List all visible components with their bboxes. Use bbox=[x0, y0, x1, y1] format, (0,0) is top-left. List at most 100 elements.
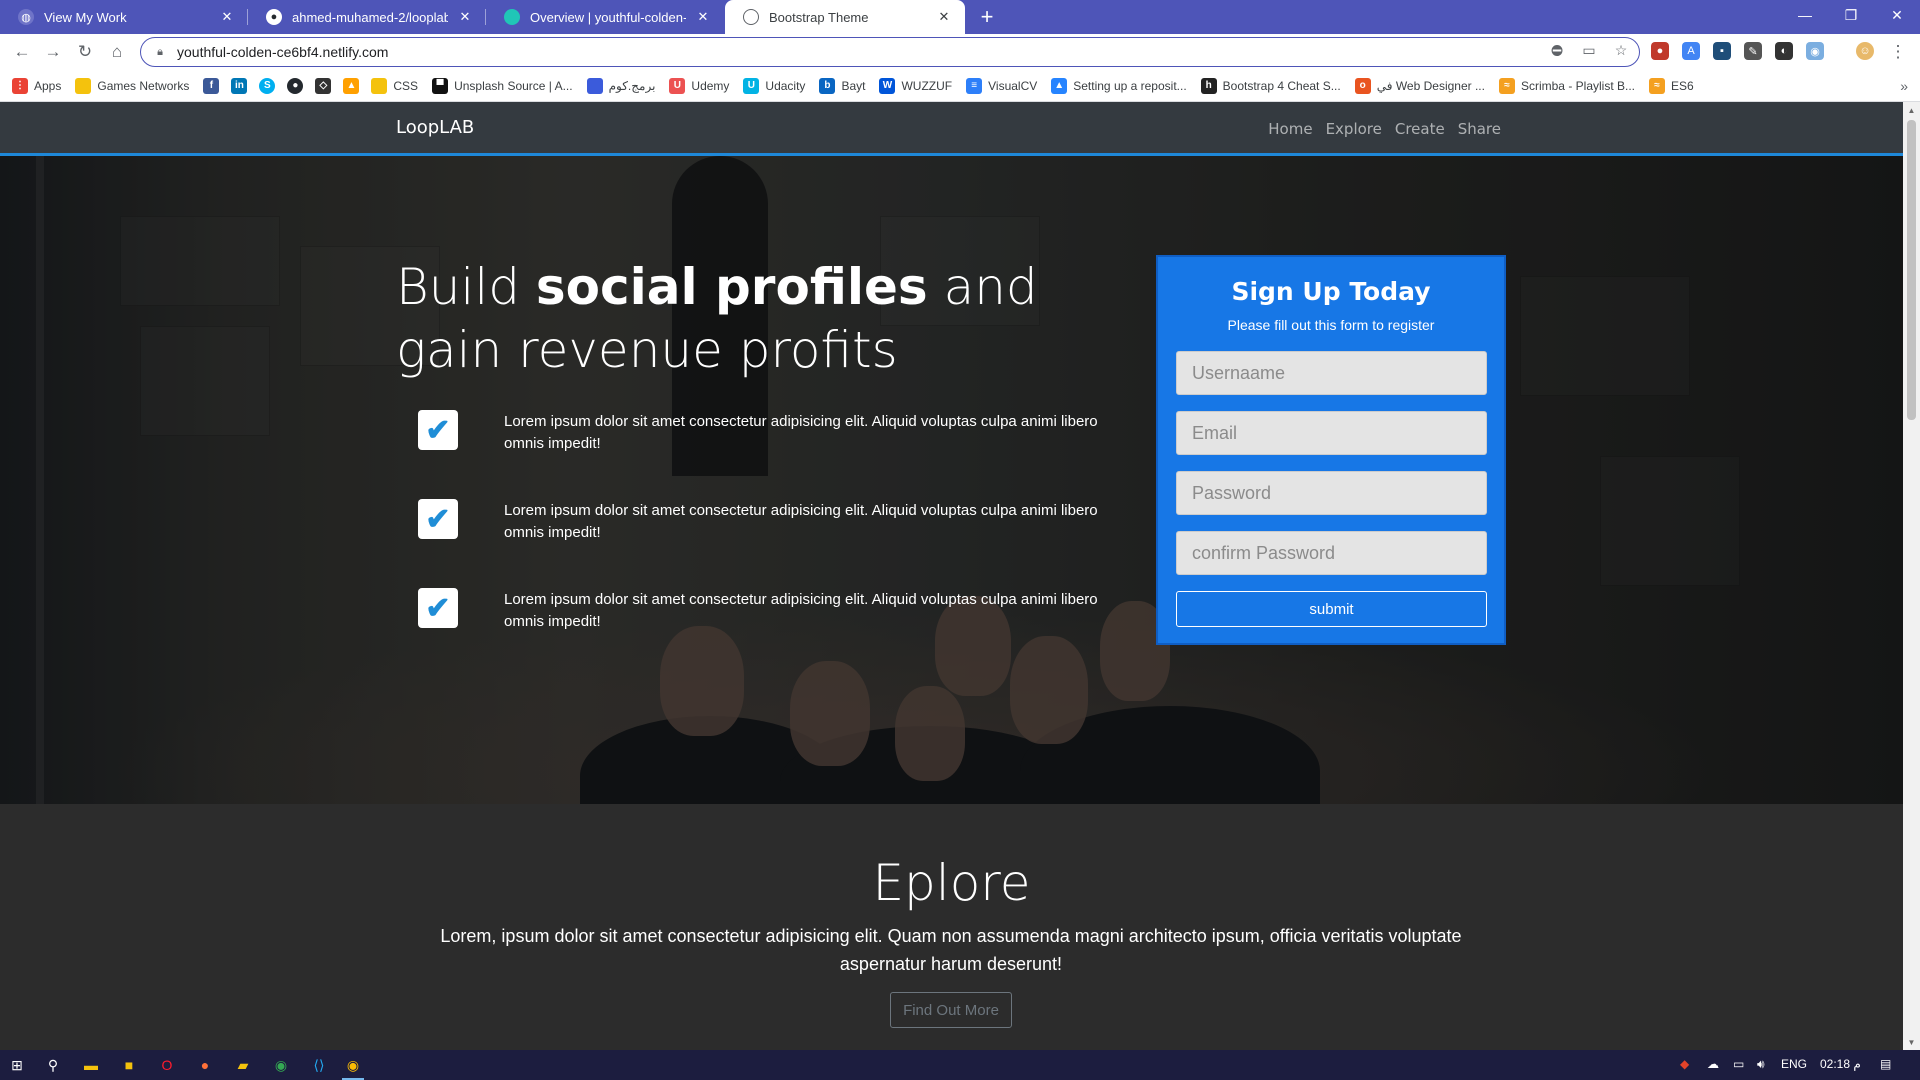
windows-start-icon[interactable]: ⊞ bbox=[6, 1054, 28, 1076]
darkmode-icon[interactable]: ◐ bbox=[1775, 42, 1793, 60]
scroll-up-icon[interactable]: ▲ bbox=[1903, 102, 1920, 118]
hero-title-start: Build bbox=[396, 258, 536, 316]
tab-github-looplab[interactable]: ● ahmed-muhamed-2/looplab: Re ✕ bbox=[248, 0, 486, 34]
hero-title-bold: social profiles bbox=[535, 258, 928, 316]
url-text[interactable]: youthful-colden-ce6bf4.netlify.com bbox=[177, 44, 388, 60]
bookmark-bootstrap-cheat[interactable]: h Bootstrap 4 Cheat S... bbox=[1200, 77, 1341, 94]
clock[interactable]: 02:18 م bbox=[1820, 1057, 1861, 1071]
bookmark-codepen[interactable]: ◇ bbox=[315, 77, 332, 94]
blocked-content-icon[interactable]: ⛔︎ bbox=[1548, 41, 1566, 59]
confirm-password-input[interactable]: confirm Password bbox=[1176, 531, 1487, 575]
network-icon[interactable]: ▭ bbox=[1733, 1057, 1744, 1071]
tab-view-my-work[interactable]: ◍ View My Work ✕ bbox=[0, 0, 248, 34]
bookmark-bitbucket[interactable]: ▲ Setting up a reposit... bbox=[1051, 77, 1187, 94]
tab-netlify-overview[interactable]: Overview | youthful-colden-ce6b ✕ bbox=[486, 0, 724, 34]
hero-title: Build social profiles and gain revenue p… bbox=[396, 256, 1096, 382]
home-icon[interactable]: ⌂ bbox=[105, 40, 129, 64]
site-brand[interactable]: LoopLAB bbox=[396, 117, 474, 138]
translate-icon[interactable]: A bbox=[1682, 42, 1700, 60]
tray-app-icon[interactable]: ◆ bbox=[1680, 1057, 1689, 1071]
chrome-icon[interactable]: ◉ bbox=[270, 1054, 292, 1076]
bookmark-udacity[interactable]: U Udacity bbox=[743, 77, 805, 94]
chrome-active-icon[interactable]: ◉ bbox=[342, 1054, 364, 1080]
close-icon[interactable]: ✕ bbox=[935, 8, 953, 26]
find-out-more-button[interactable]: Find Out More bbox=[890, 992, 1012, 1028]
bookmark-visualcv[interactable]: ≡ VisualCV bbox=[966, 77, 1037, 94]
opera-icon[interactable]: O bbox=[156, 1054, 178, 1076]
nav-explore[interactable]: Explore bbox=[1326, 120, 1382, 138]
feature-text: Lorem ipsum dolor sit amet consectetur a… bbox=[504, 502, 1098, 541]
minimize-icon[interactable]: — bbox=[1782, 0, 1828, 30]
nav-home[interactable]: Home bbox=[1268, 120, 1312, 138]
avatar[interactable]: ☺ bbox=[1856, 42, 1874, 60]
bookmark-apps[interactable]: ⋮ Apps bbox=[12, 77, 61, 94]
close-icon[interactable]: ✕ bbox=[218, 8, 236, 26]
close-icon[interactable]: ✕ bbox=[694, 8, 712, 26]
firefox-icon[interactable]: ● bbox=[194, 1054, 216, 1076]
username-input[interactable]: Usernaame bbox=[1176, 351, 1487, 395]
file-explorer-icon[interactable]: ▬ bbox=[80, 1054, 102, 1076]
bookmark-skype[interactable]: S bbox=[259, 77, 276, 94]
back-arrow-icon[interactable]: ← bbox=[10, 40, 34, 64]
colorpicker-icon[interactable]: ✎ bbox=[1744, 42, 1762, 60]
page-scrollbar[interactable]: ▲ ▼ bbox=[1903, 102, 1920, 1050]
lock-icon[interactable]: 🔒︎ bbox=[153, 45, 167, 59]
ublock-icon[interactable]: ● bbox=[1651, 42, 1669, 60]
bookmark-wuzzuf[interactable]: W WUZZUF bbox=[879, 77, 952, 94]
chevron-right-icon[interactable]: » bbox=[1900, 78, 1908, 94]
forward-arrow-icon[interactable]: → bbox=[41, 40, 65, 64]
new-tab-button[interactable]: + bbox=[973, 0, 1001, 34]
scrollbar-thumb[interactable] bbox=[1907, 120, 1916, 420]
extension-icon[interactable]: ▪ bbox=[1713, 42, 1731, 60]
visualcv-icon: ≡ bbox=[966, 77, 983, 94]
udacity-icon: U bbox=[743, 77, 760, 94]
close-icon[interactable]: ✕ bbox=[456, 8, 474, 26]
tab-bootstrap-theme[interactable]: Bootstrap Theme ✕ bbox=[725, 0, 965, 34]
udemy-icon: U bbox=[669, 77, 686, 94]
language-indicator[interactable]: ENG bbox=[1781, 1057, 1807, 1071]
bookmark-css[interactable]: CSS bbox=[371, 77, 419, 94]
restore-icon[interactable]: ❐ bbox=[1828, 0, 1874, 30]
bookmark-games-networks[interactable]: Games Networks bbox=[75, 77, 189, 94]
address-bar[interactable]: 🔒︎ youthful-colden-ce6bf4.netlify.com bbox=[140, 37, 1640, 67]
explorer-folder-icon[interactable]: ▰ bbox=[232, 1054, 254, 1076]
netlify-icon bbox=[504, 9, 520, 25]
bookmark-github[interactable]: ● bbox=[287, 77, 304, 94]
email-input[interactable]: Email bbox=[1176, 411, 1487, 455]
hostinger-icon: h bbox=[1200, 77, 1217, 94]
submit-button[interactable]: submit bbox=[1176, 591, 1487, 627]
bookmark-star-icon[interactable]: ☆ bbox=[1612, 41, 1630, 59]
bookmark-web-designer[interactable]: o في Web Designer ... bbox=[1354, 77, 1485, 94]
feature-item: ✔ Lorem ipsum dolor sit amet consectetur… bbox=[418, 410, 1108, 470]
onedrive-icon[interactable]: ☁ bbox=[1707, 1057, 1719, 1071]
close-window-icon[interactable]: ✕ bbox=[1874, 0, 1920, 30]
bookmark-label: Setting up a reposit... bbox=[1073, 78, 1187, 93]
bookmark-barmej[interactable]: برمج.كوم bbox=[586, 77, 655, 94]
bookmark-udemy[interactable]: U Udemy bbox=[669, 77, 729, 94]
search-icon[interactable]: ⚲ bbox=[42, 1054, 64, 1076]
github-icon: ● bbox=[287, 77, 304, 94]
browser-tab-strip: ◍ View My Work ✕ ● ahmed-muhamed-2/loopl… bbox=[0, 0, 1920, 34]
bookmark-bayt[interactable]: b Bayt bbox=[819, 77, 865, 94]
site-navbar: LoopLAB Home Explore Create Share bbox=[0, 102, 1903, 156]
nav-share[interactable]: Share bbox=[1458, 120, 1501, 138]
notifications-icon[interactable]: ▤ bbox=[1880, 1057, 1891, 1071]
bookmark-linkedin[interactable]: in bbox=[231, 77, 248, 94]
bookmark-label: CSS bbox=[393, 78, 419, 93]
bookmark-label: ES6 bbox=[1671, 78, 1694, 93]
bookmark-scrimba[interactable]: ≈ Scrimba - Playlist B... bbox=[1498, 77, 1635, 94]
cast-icon[interactable]: ▭ bbox=[1580, 41, 1598, 59]
reload-icon[interactable]: ↻ bbox=[73, 40, 97, 64]
password-input[interactable]: Password bbox=[1176, 471, 1487, 515]
nav-create[interactable]: Create bbox=[1395, 120, 1445, 138]
bookmark-es6[interactable]: ≈ ES6 bbox=[1649, 77, 1694, 94]
bookmark-unsplash[interactable]: ▀ Unsplash Source | A... bbox=[432, 77, 573, 94]
menu-dots-icon[interactable]: ⋮ bbox=[1886, 40, 1910, 64]
scroll-down-icon[interactable]: ▼ bbox=[1903, 1034, 1920, 1050]
bookmark-firebase[interactable]: ▲ bbox=[343, 77, 360, 94]
extension-icon[interactable]: ◉ bbox=[1806, 42, 1824, 60]
volume-icon[interactable]: 🔊︎ bbox=[1757, 1057, 1765, 1072]
sticky-notes-icon[interactable]: ■ bbox=[118, 1054, 140, 1076]
vscode-icon[interactable]: ⟨⟩ bbox=[308, 1054, 330, 1076]
bookmark-facebook[interactable]: f bbox=[203, 77, 220, 94]
